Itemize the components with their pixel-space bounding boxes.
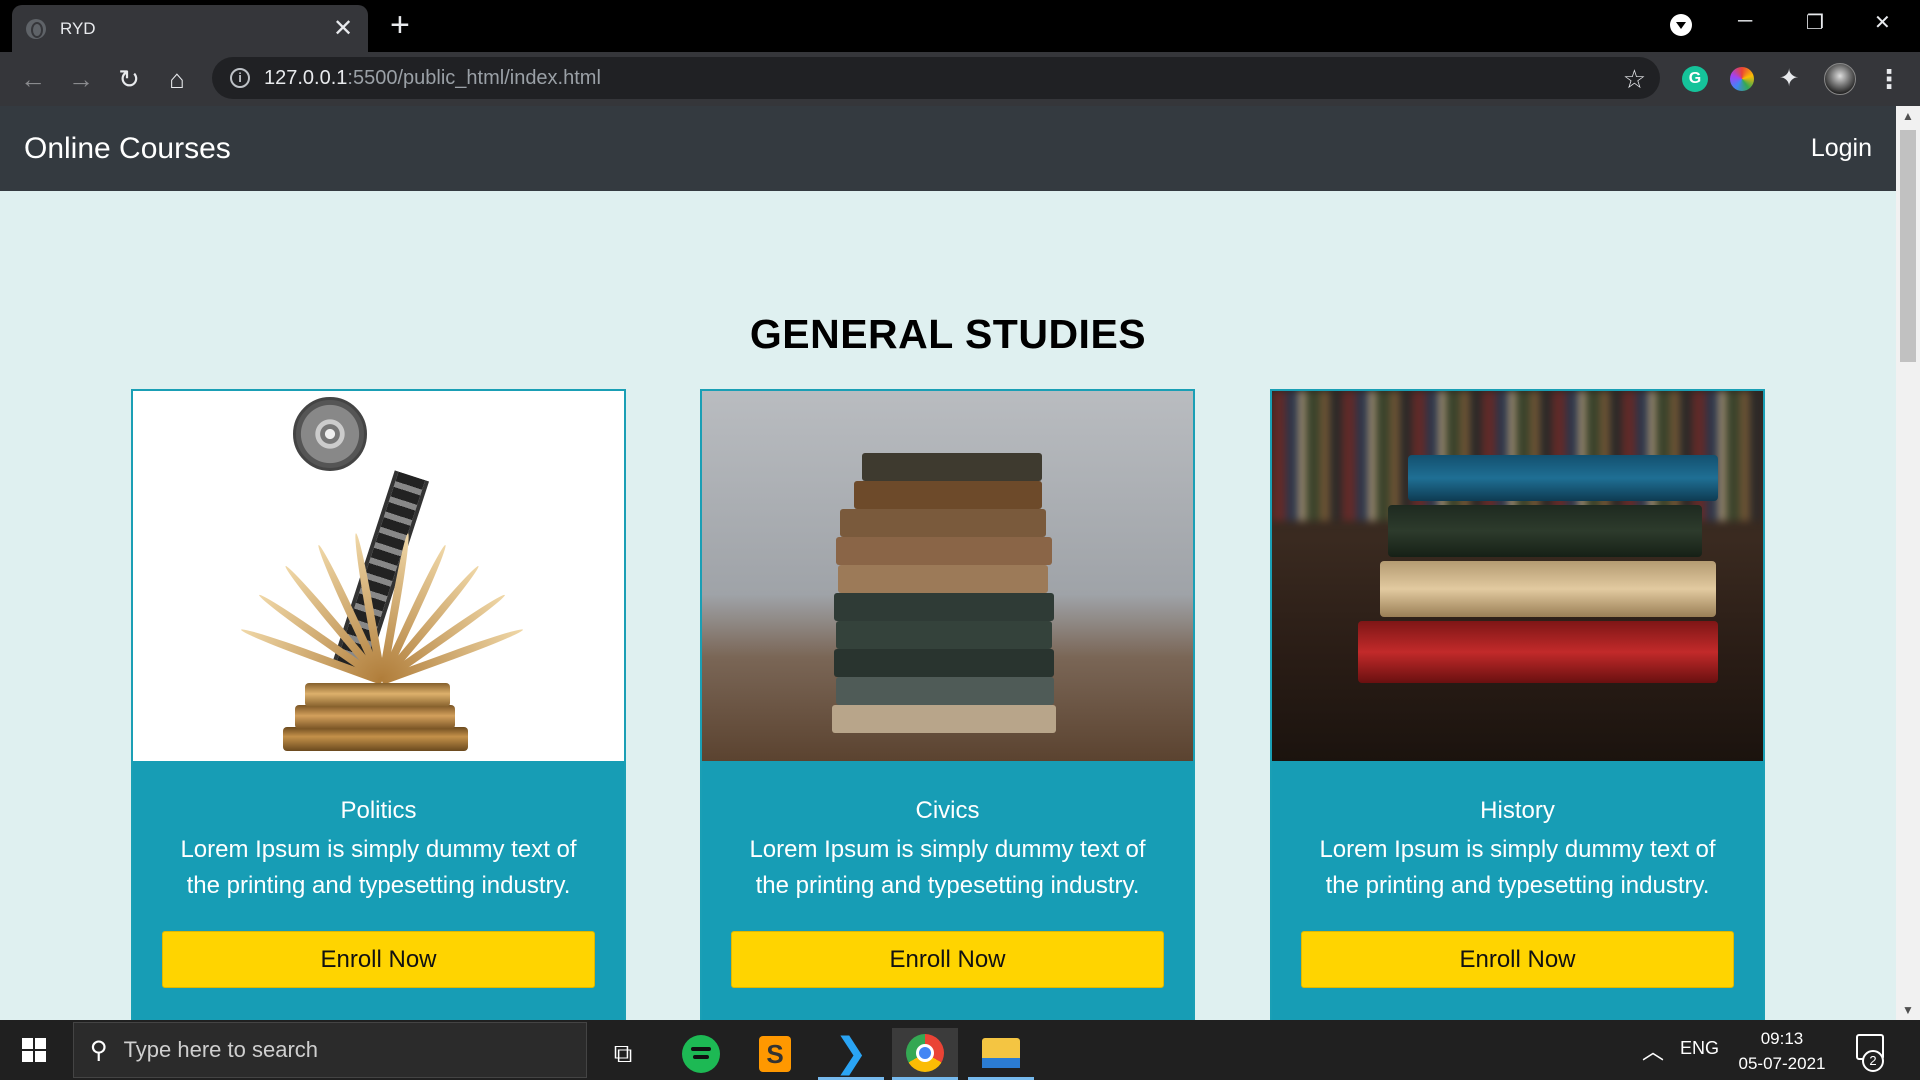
system-clock[interactable]: 09:13 05-07-2021 bbox=[1730, 1026, 1834, 1076]
minimize-button[interactable]: ─ bbox=[1738, 10, 1752, 33]
site-navbar: Online Courses Login bbox=[0, 106, 1896, 191]
restore-button[interactable]: ❐ bbox=[1806, 10, 1824, 35]
course-image-civics bbox=[702, 391, 1193, 761]
course-title: History bbox=[1480, 797, 1555, 824]
film-reel-graphic bbox=[293, 397, 367, 471]
page-scrollbar[interactable]: ▲ ▼ bbox=[1896, 106, 1920, 1020]
task-view-button[interactable]: ⧉ bbox=[590, 1028, 656, 1080]
search-placeholder: Type here to search bbox=[123, 1037, 319, 1062]
enroll-now-button[interactable]: Enroll Now bbox=[162, 931, 595, 988]
search-icon: ⚲ bbox=[90, 1036, 108, 1064]
course-image-history bbox=[1272, 391, 1763, 761]
forward-icon[interactable]: → bbox=[64, 62, 98, 96]
clock-date: 05-07-2021 bbox=[1738, 1054, 1826, 1073]
open-book-graphic bbox=[228, 531, 528, 685]
windows-taskbar: ⚲ Type here to search ⧉ S ❯ ︿ ENG 09:13 … bbox=[0, 1020, 1920, 1080]
back-icon[interactable]: ← bbox=[16, 62, 50, 96]
profile-avatar[interactable] bbox=[1824, 63, 1856, 95]
tab-title: RYD bbox=[60, 18, 96, 38]
notification-count-badge: 2 bbox=[1862, 1050, 1884, 1072]
bookmark-star-icon[interactable]: ☆ bbox=[1623, 64, 1646, 95]
folder-icon bbox=[982, 1037, 1020, 1068]
page-viewport: Online Courses Login GENERAL STUDIES Pol… bbox=[0, 106, 1896, 1020]
language-indicator[interactable]: ENG bbox=[1680, 1038, 1719, 1059]
tab-search-icon[interactable] bbox=[1670, 14, 1692, 36]
windows-start-icon[interactable] bbox=[22, 1038, 46, 1062]
spotify-taskbar-button[interactable] bbox=[668, 1028, 734, 1080]
taskbar-search-box[interactable]: ⚲ Type here to search bbox=[73, 1022, 587, 1078]
browser-toolbar: ← → ↻ ⌂ i 127.0.0.1:5500/public_html/ind… bbox=[0, 52, 1920, 106]
scroll-down-arrow-icon[interactable]: ▼ bbox=[1896, 1000, 1920, 1020]
vscode-taskbar-button[interactable]: ❯ bbox=[818, 1028, 884, 1080]
course-title: Civics bbox=[915, 797, 980, 824]
sublime-text-taskbar-button[interactable]: S bbox=[742, 1028, 808, 1080]
close-tab-icon[interactable]: ✕ bbox=[332, 16, 354, 41]
enroll-now-button[interactable]: Enroll Now bbox=[731, 931, 1164, 988]
browser-menu-icon[interactable]: ⋮ bbox=[1876, 64, 1902, 95]
grammarly-extension-icon[interactable]: G bbox=[1682, 66, 1708, 92]
globe-icon bbox=[26, 18, 46, 39]
enroll-now-button[interactable]: Enroll Now bbox=[1301, 931, 1734, 988]
scroll-up-arrow-icon[interactable]: ▲ bbox=[1896, 106, 1920, 126]
chrome-taskbar-button[interactable] bbox=[892, 1028, 958, 1080]
book-stack-graphic bbox=[283, 665, 468, 751]
card-body: Politics Lorem Ipsum is simply dummy tex… bbox=[133, 761, 624, 904]
site-brand[interactable]: Online Courses bbox=[24, 132, 231, 166]
extensions-puzzle-icon[interactable]: ✦ bbox=[1776, 66, 1802, 92]
course-image-politics bbox=[133, 391, 624, 761]
info-icon[interactable]: i bbox=[230, 68, 250, 88]
scrollbar-thumb[interactable] bbox=[1900, 130, 1916, 362]
course-card-civics: Civics Lorem Ipsum is simply dummy text … bbox=[700, 389, 1195, 1020]
clock-time: 09:13 bbox=[1760, 1029, 1804, 1048]
card-body: History Lorem Ipsum is simply dummy text… bbox=[1272, 761, 1763, 904]
home-icon[interactable]: ⌂ bbox=[160, 62, 194, 96]
course-card-history: History Lorem Ipsum is simply dummy text… bbox=[1270, 389, 1765, 1020]
chevron-up-icon[interactable]: ︿ bbox=[1642, 1034, 1664, 1066]
new-tab-button[interactable]: + bbox=[390, 8, 410, 42]
card-body: Civics Lorem Ipsum is simply dummy text … bbox=[702, 761, 1193, 904]
color-picker-extension-icon[interactable] bbox=[1730, 67, 1754, 91]
course-title: Politics bbox=[340, 797, 417, 824]
course-description: Lorem Ipsum is simply dummy text of the … bbox=[749, 836, 1146, 899]
url-text[interactable]: 127.0.0.1:5500/public_html/index.html bbox=[264, 67, 601, 90]
browser-tab-strip: RYD ✕ + ─ ❐ ✕ bbox=[0, 0, 1920, 52]
task-view-icon: ⧉ bbox=[613, 1038, 633, 1068]
course-description: Lorem Ipsum is simply dummy text of the … bbox=[180, 836, 577, 899]
sublime-text-icon: S bbox=[759, 1036, 791, 1072]
spotify-icon bbox=[682, 1035, 720, 1073]
vscode-icon: ❯ bbox=[834, 1030, 868, 1075]
course-card-politics: Politics Lorem Ipsum is simply dummy tex… bbox=[131, 389, 626, 1020]
reload-icon[interactable]: ↻ bbox=[112, 62, 146, 96]
address-bar[interactable]: i 127.0.0.1:5500/public_html/index.html … bbox=[212, 57, 1660, 99]
file-explorer-taskbar-button[interactable] bbox=[968, 1028, 1034, 1080]
browser-tab[interactable]: RYD ✕ bbox=[12, 5, 368, 52]
login-link[interactable]: Login bbox=[1811, 134, 1872, 163]
close-window-button[interactable]: ✕ bbox=[1874, 10, 1891, 35]
course-description: Lorem Ipsum is simply dummy text of the … bbox=[1319, 836, 1716, 899]
section-heading: GENERAL STUDIES bbox=[749, 311, 1147, 357]
chrome-icon bbox=[906, 1033, 944, 1072]
